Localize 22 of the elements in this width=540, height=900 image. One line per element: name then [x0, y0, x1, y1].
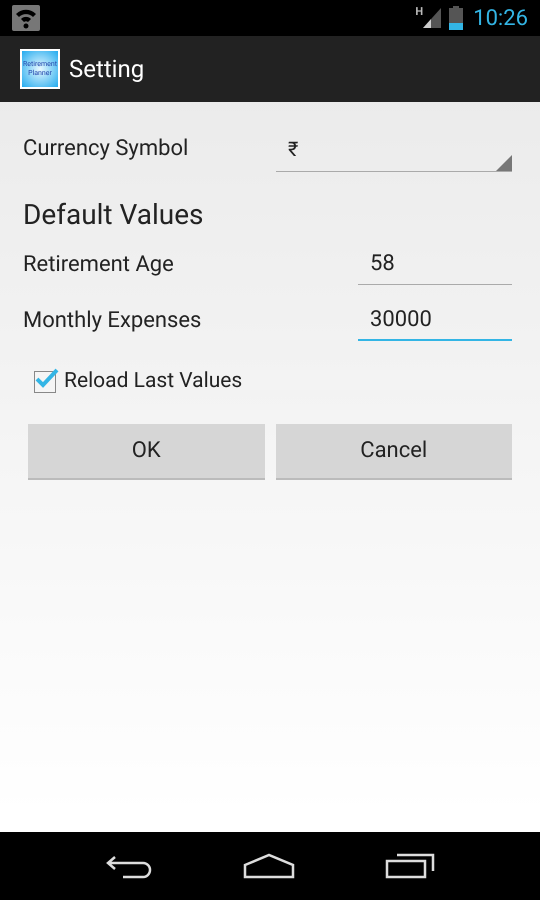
- wifi-icon: [12, 5, 40, 31]
- section-title: Default Values: [23, 197, 205, 233]
- checkmark-icon: [35, 368, 59, 388]
- field-label: Monthly Expenses: [23, 306, 202, 334]
- recent-apps-icon[interactable]: [385, 853, 435, 879]
- clock: 10:26: [473, 4, 528, 32]
- currency-dropdown[interactable]: ₹: [276, 132, 512, 172]
- screen-title: Setting: [69, 54, 144, 85]
- input-field[interactable]: 30000: [358, 299, 512, 341]
- dropdown-corner-icon: [496, 155, 512, 171]
- signal-icon: [423, 8, 442, 28]
- checkbox[interactable]: [34, 370, 56, 393]
- network-type: H: [415, 4, 424, 20]
- field-label: Retirement Age: [23, 250, 175, 278]
- dialog-button[interactable]: OK: [28, 424, 264, 480]
- dialog-button[interactable]: Cancel: [276, 424, 512, 480]
- input-field[interactable]: 58: [358, 243, 512, 285]
- currency-label: Currency Symbol: [23, 135, 190, 163]
- home-icon[interactable]: [243, 853, 295, 879]
- back-icon[interactable]: [105, 853, 153, 879]
- battery-icon: [449, 6, 464, 30]
- checkbox-label: Reload Last Values: [64, 368, 242, 395]
